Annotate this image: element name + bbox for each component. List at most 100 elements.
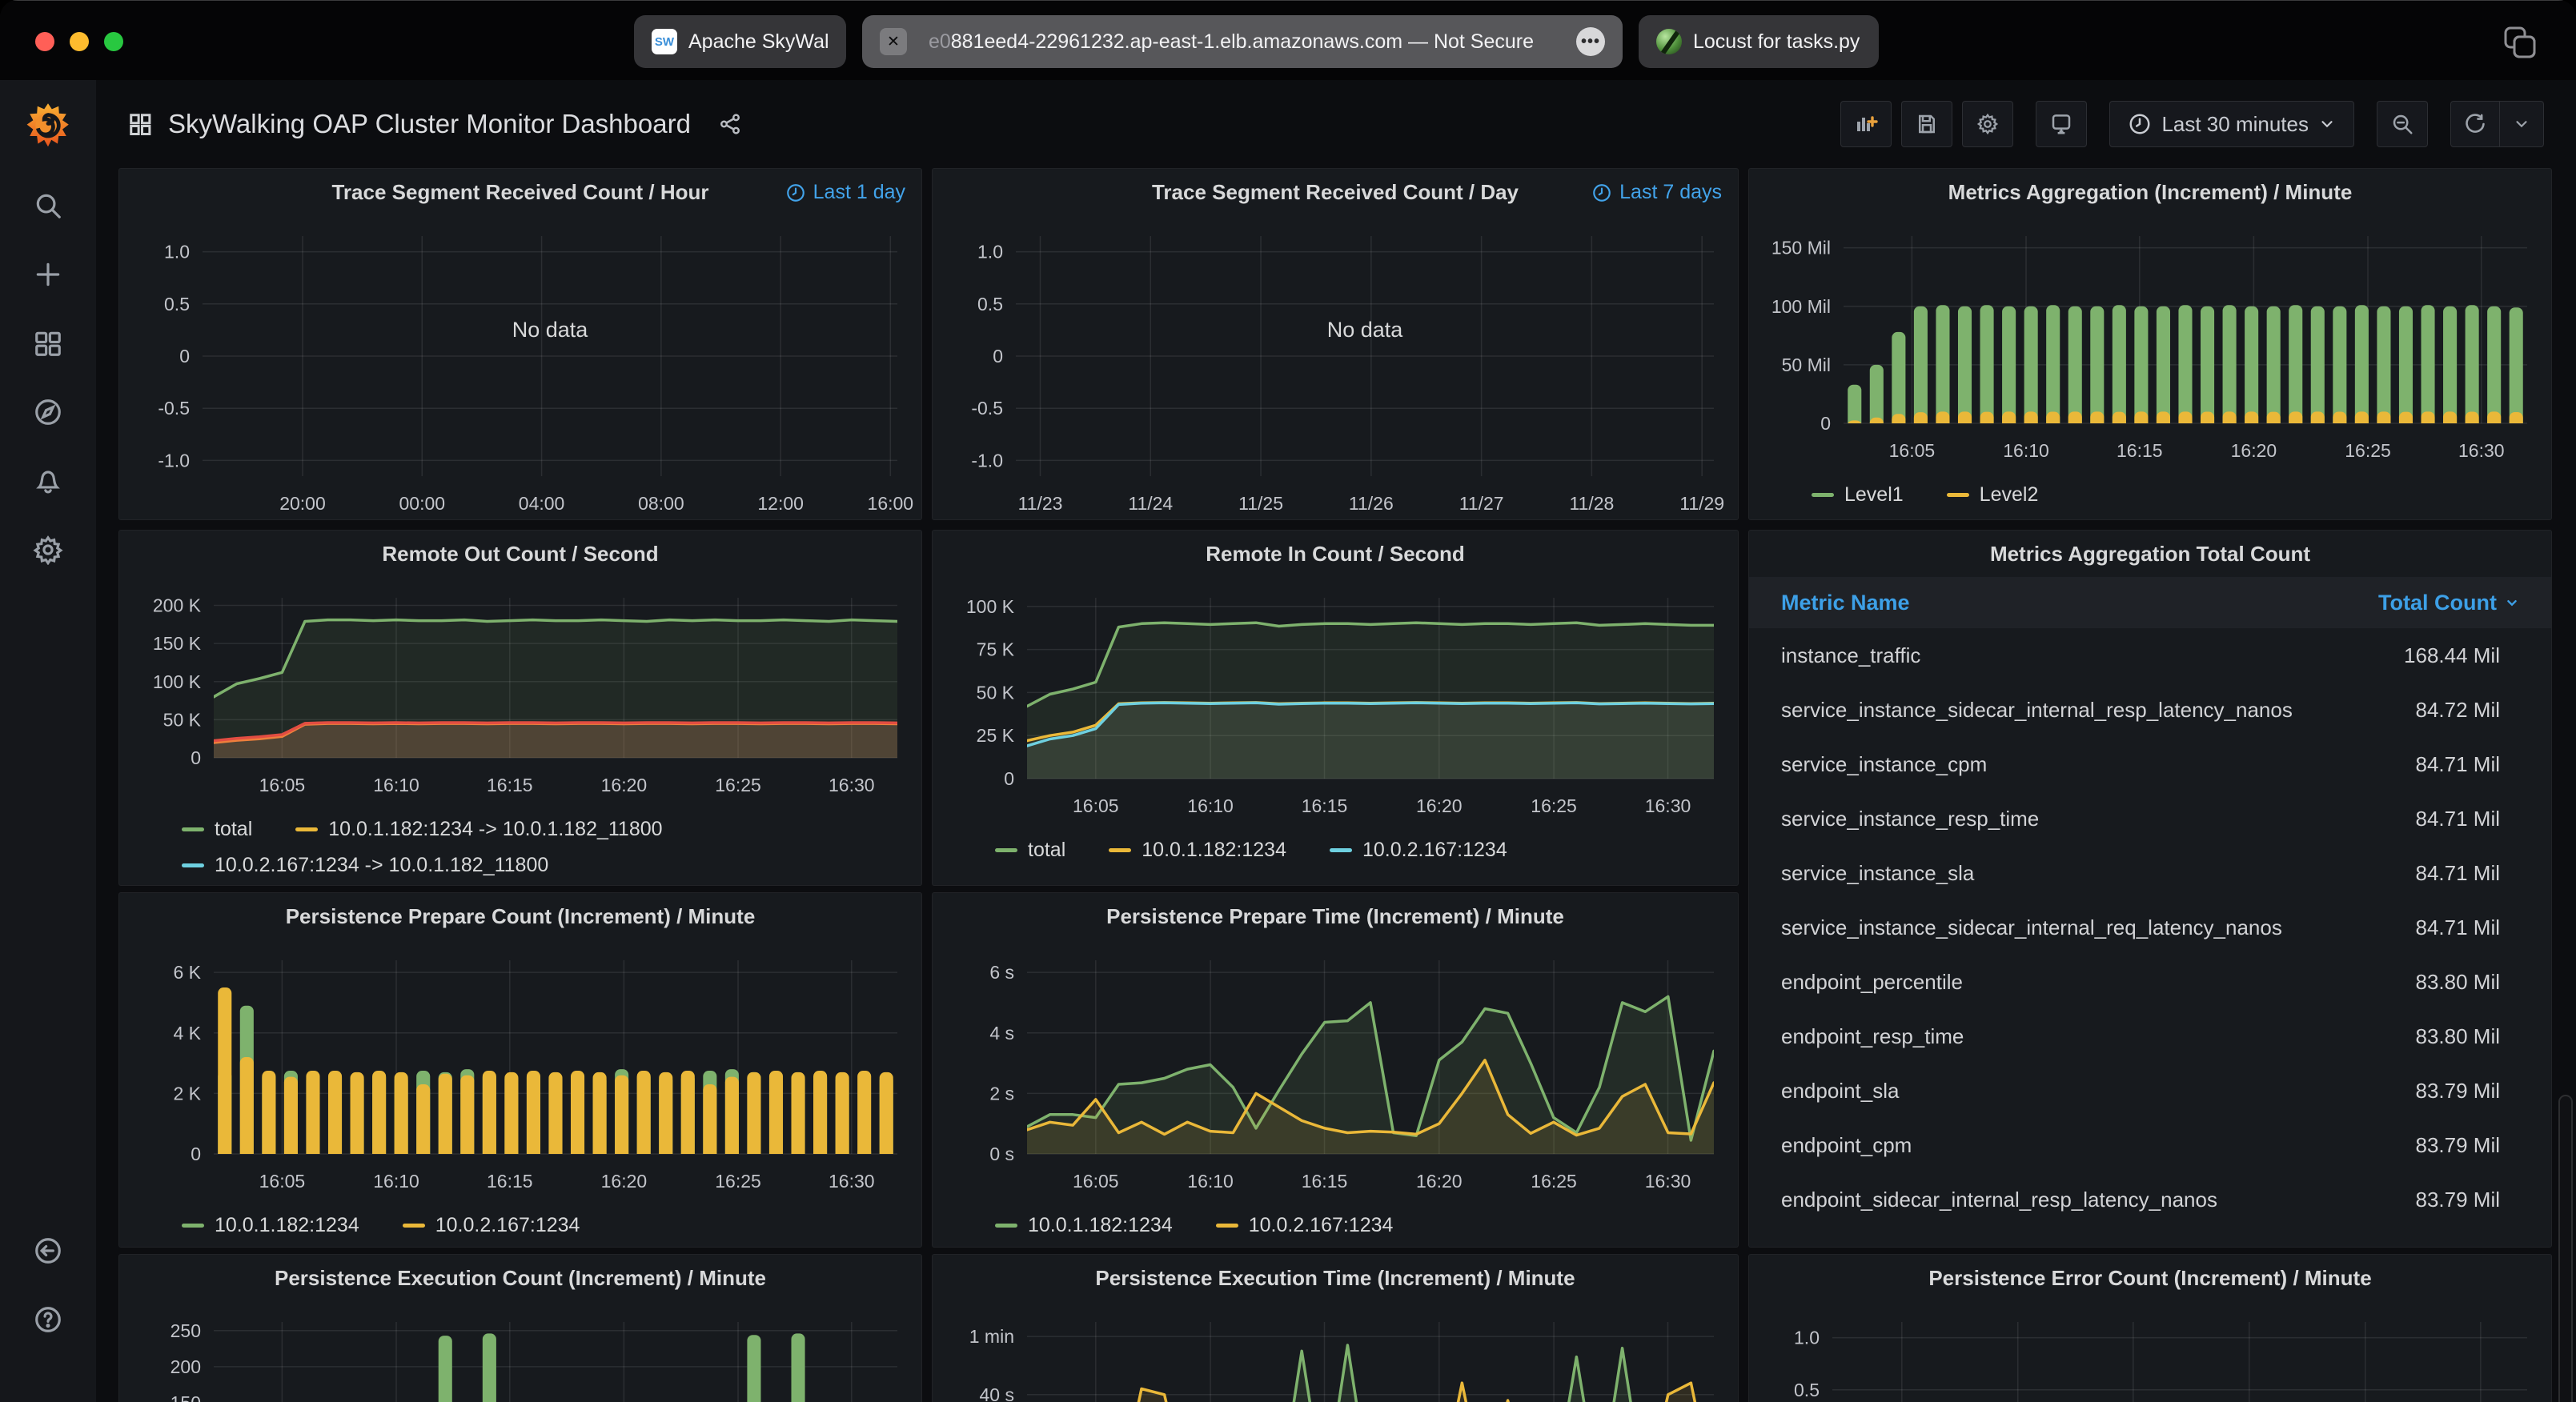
panel-title[interactable]: Persistence Prepare Time (Increment) / M… — [1106, 904, 1564, 929]
total-count-cell: 84.71 Mil — [2416, 807, 2501, 831]
legend-item[interactable]: 10.0.1.182:1234 -> 10.0.1.182_11800 — [295, 818, 662, 841]
chart-persistence-error-count[interactable]: 1.00.50-0.5-1.016:0516:1016:1516:2016:25… — [1749, 1301, 2551, 1402]
total-count-cell: 84.72 Mil — [2416, 698, 2501, 723]
panel-title[interactable]: Persistence Execution Count (Increment) … — [275, 1266, 766, 1291]
chart-persistence-execution-time[interactable]: 0 s20 s40 s1 min16:0516:1016:1516:2016:2… — [933, 1301, 1738, 1402]
sign-in-icon[interactable] — [33, 1236, 63, 1266]
share-icon[interactable] — [718, 112, 742, 136]
chart-persistence-execution-count[interactable]: 05010015020025016:0516:1016:1516:2016:25… — [119, 1301, 921, 1402]
column-metric-name[interactable]: Metric Name — [1781, 591, 1910, 615]
panel-title[interactable]: Remote Out Count / Second — [382, 542, 658, 567]
cycle-view-mode-button[interactable] — [2036, 101, 2087, 147]
svg-text:16:15: 16:15 — [1302, 1171, 1348, 1192]
svg-text:16:25: 16:25 — [715, 1171, 761, 1192]
legend-item[interactable]: 10.0.1.182:1234 — [1109, 839, 1286, 862]
chart-trace-segment-hour[interactable]: 1.00.50-0.5-1.020:0000:0004:0008:0012:00… — [119, 215, 921, 520]
table-row: service_instance_resp_time84.71 Mil — [1749, 791, 2551, 846]
legend-item[interactable]: 10.0.2.167:1234 — [1330, 839, 1507, 862]
panel-title[interactable]: Persistence Error Count (Increment) / Mi… — [1928, 1266, 2371, 1291]
svg-text:0: 0 — [179, 346, 190, 367]
column-total-count[interactable]: Total Count — [2378, 591, 2521, 615]
time-range-picker[interactable]: Last 30 minutes — [2109, 101, 2354, 147]
chevron-down-icon — [2318, 115, 2336, 133]
legend-item[interactable]: 10.0.2.167:1234 -> 10.0.1.182_11800 — [182, 854, 548, 877]
configuration-gear-icon[interactable] — [33, 535, 63, 565]
skywalking-favicon: SW — [652, 29, 677, 54]
alerting-bell-icon[interactable] — [33, 466, 63, 496]
table-row: endpoint_resp_time83.80 Mil — [1749, 1009, 2551, 1064]
chart-trace-segment-day[interactable]: 1.00.50-0.5-1.011/2311/2411/2511/2611/27… — [933, 215, 1738, 520]
refresh-icon[interactable] — [2451, 102, 2499, 146]
panel-persistence-execution-count: Persistence Execution Count (Increment) … — [118, 1254, 922, 1402]
svg-text:No data: No data — [1327, 318, 1404, 342]
tab-active-dashboard[interactable]: ✕ e0881eed4-22961232.ap-east-1.elb.amazo… — [862, 15, 1623, 68]
legend-item[interactable]: 10.0.1.182:1234 — [995, 1214, 1173, 1237]
page-title[interactable]: SkyWalking OAP Cluster Monitor Dashboard — [168, 109, 691, 139]
legend-swatch — [295, 827, 318, 831]
explore-compass-icon[interactable] — [33, 397, 63, 427]
svg-text:16:30: 16:30 — [1645, 1171, 1691, 1192]
panel-time-link[interactable]: Last 1 day — [785, 181, 905, 204]
panel-remote-in-count: Remote In Count / Second 025 K50 K75 K10… — [932, 530, 1739, 886]
legend-item[interactable]: total — [182, 818, 252, 841]
close-tab-icon[interactable]: ✕ — [880, 28, 907, 55]
tab-locust[interactable]: Locust for tasks.py — [1639, 15, 1879, 68]
help-icon[interactable] — [33, 1304, 63, 1335]
minimize-window-button[interactable] — [70, 32, 89, 51]
chart-remote-in-count[interactable]: 025 K50 K75 K100 K16:0516:1016:1516:2016… — [933, 577, 1738, 829]
save-dashboard-button[interactable] — [1901, 101, 1952, 147]
refresh-interval-chevron-icon[interactable] — [2500, 102, 2543, 146]
add-panel-button[interactable] — [1840, 101, 1892, 147]
legend-item[interactable]: 10.0.2.167:1234 — [1216, 1214, 1394, 1237]
panel-title[interactable]: Remote In Count / Second — [1206, 542, 1465, 567]
svg-text:16:15: 16:15 — [487, 1171, 533, 1192]
chart-persistence-prepare-count[interactable]: 02 K4 K6 K16:0516:1016:1516:2016:2516:30 — [119, 939, 921, 1204]
tab-options-icon[interactable]: ••• — [1576, 27, 1605, 56]
zoom-window-button[interactable] — [104, 32, 123, 51]
clock-icon — [2128, 112, 2152, 136]
tab-skywalking[interactable]: SW Apache SkyWalki… — [634, 15, 846, 68]
tab-overview-icon[interactable] — [2502, 25, 2538, 60]
chart-remote-out-count[interactable]: 050 K100 K150 K200 K16:0516:1016:1516:20… — [119, 577, 921, 808]
legend-item[interactable]: total — [995, 839, 1065, 862]
svg-text:1.0: 1.0 — [1794, 1328, 1820, 1348]
legend-swatch — [182, 863, 204, 867]
dashboards-icon[interactable] — [33, 328, 63, 359]
legend-item[interactable]: 10.0.2.167:1234 — [403, 1214, 580, 1237]
table-row: endpoint_percentile83.80 Mil — [1749, 955, 2551, 1009]
panel-time-link[interactable]: Last 7 days — [1591, 181, 1722, 204]
chart-metrics-aggregation[interactable]: 050 Mil100 Mil150 Mil16:0516:1016:1516:2… — [1749, 215, 2551, 474]
legend-item[interactable]: Level2 — [1947, 483, 2039, 507]
legend-swatch — [1947, 493, 1969, 497]
panel-title[interactable]: Persistence Execution Time (Increment) /… — [1095, 1266, 1575, 1291]
panel-title[interactable]: Metrics Aggregation Total Count — [1990, 542, 2310, 567]
grafana-sidebar — [0, 80, 96, 1402]
svg-text:16:20: 16:20 — [601, 775, 648, 795]
metric-name-cell: service_instance_sla — [1781, 861, 1974, 886]
legend-item[interactable]: Level1 — [1812, 483, 1904, 507]
clock-icon — [785, 182, 806, 203]
panel-title[interactable]: Persistence Prepare Count (Increment) / … — [286, 904, 756, 929]
close-window-button[interactable] — [35, 32, 54, 51]
svg-text:12:00: 12:00 — [757, 493, 804, 514]
chart-persistence-prepare-time[interactable]: 0 s2 s4 s6 s16:0516:1016:1516:2016:2516:… — [933, 939, 1738, 1204]
total-count-cell: 84.71 Mil — [2416, 915, 2501, 940]
dashboard-grid-icon[interactable] — [128, 112, 152, 136]
panel-title[interactable]: Trace Segment Received Count / Day — [1152, 180, 1519, 205]
panel-title[interactable]: Metrics Aggregation (Increment) / Minute — [1948, 180, 2353, 205]
legend-label: total — [1028, 839, 1065, 862]
chart-legend: 10.0.1.182:1234 10.0.2.167:1234 — [119, 1214, 921, 1237]
legend-item[interactable]: 10.0.1.182:1234 — [182, 1214, 359, 1237]
total-count-cell: 83.79 Mil — [2416, 1133, 2501, 1158]
svg-text:0: 0 — [1004, 768, 1014, 789]
total-count-cell: 83.80 Mil — [2416, 1024, 2501, 1049]
page-scrollbar[interactable] — [2558, 1095, 2573, 1402]
zoom-out-time-button[interactable] — [2377, 101, 2428, 147]
create-plus-icon[interactable] — [33, 259, 63, 290]
total-count-cell: 83.79 Mil — [2416, 1188, 2501, 1212]
grafana-logo[interactable] — [24, 102, 72, 152]
tab-label: Locust for tasks.py — [1693, 30, 1860, 54]
search-icon[interactable] — [33, 190, 63, 221]
panel-title[interactable]: Trace Segment Received Count / Hour — [331, 180, 708, 205]
dashboard-settings-button[interactable] — [1962, 101, 2013, 147]
